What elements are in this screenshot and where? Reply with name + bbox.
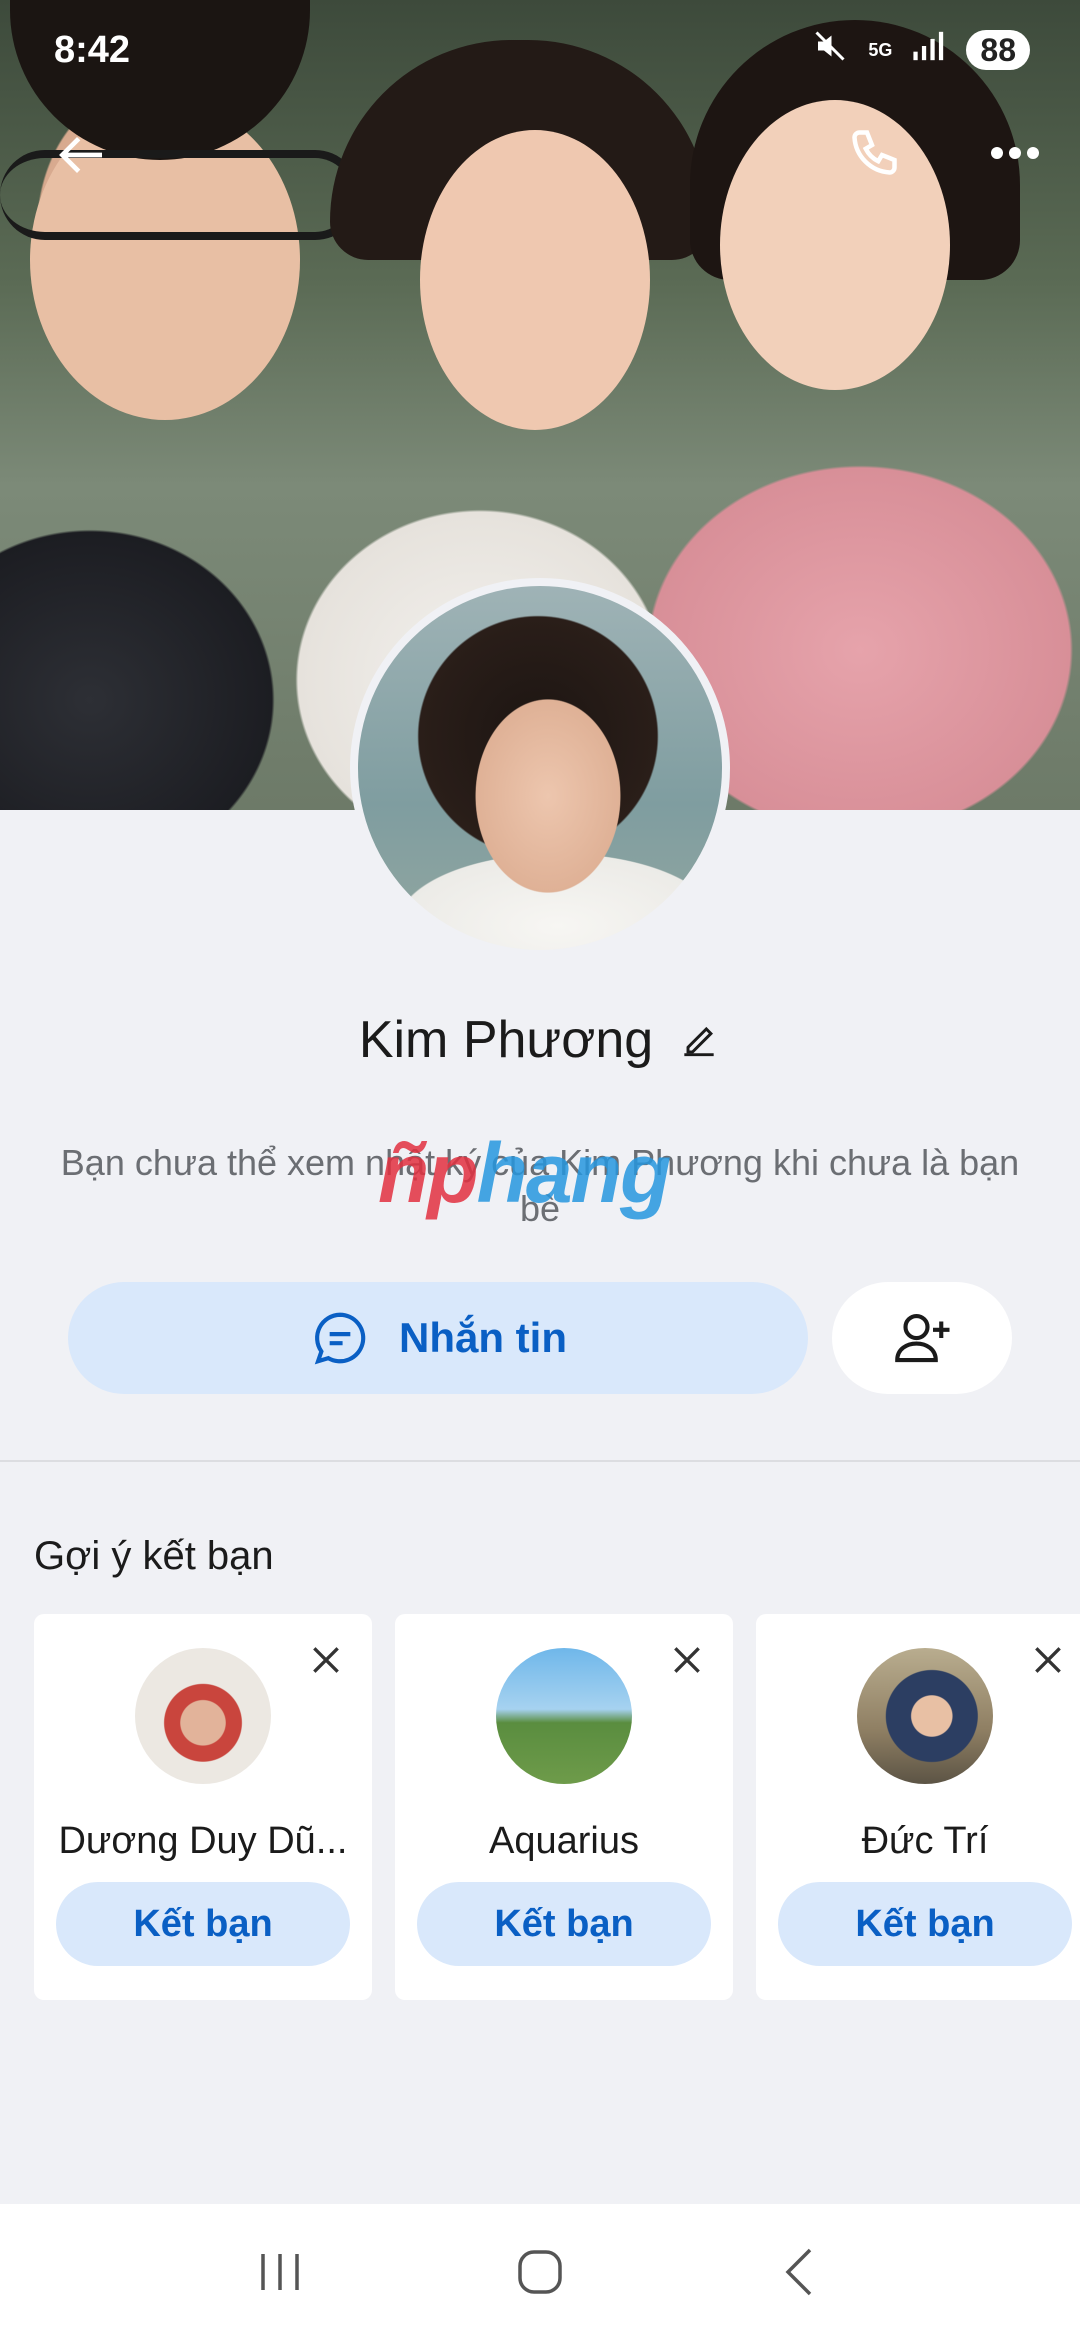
add-user-icon (895, 1313, 950, 1363)
back-button[interactable] (46, 120, 116, 190)
back-arrow-icon (59, 137, 102, 173)
watermark-part-1: ñp (378, 1126, 479, 1220)
section-divider (0, 1460, 1080, 1462)
close-icon[interactable] (1028, 1640, 1068, 1680)
more-dots-icon (991, 147, 1039, 159)
profile-avatar-frame (350, 578, 730, 958)
message-button[interactable]: Nhắn tin (68, 1282, 808, 1394)
status-bar: 8:42 5G 88 (0, 0, 1080, 100)
add-friend-button[interactable] (832, 1282, 1012, 1394)
battery-icon: 88 (966, 30, 1030, 70)
recent-apps-button[interactable] (240, 2232, 320, 2312)
status-icons: 5G 88 (812, 28, 1030, 73)
suggestion-card[interactable]: Dương Duy Dũ... Kết bạn (34, 1614, 372, 2000)
suggestions-title: Gợi ý kết bạn (34, 1534, 274, 1578)
status-time: 8:42 (54, 28, 131, 71)
phone-icon (852, 130, 897, 175)
suggestion-avatar[interactable] (857, 1648, 993, 1784)
mute-icon (812, 28, 848, 73)
suggestion-avatar[interactable] (496, 1648, 632, 1784)
suggestion-card[interactable]: Đức Trí Kết bạn (756, 1614, 1080, 2000)
home-button[interactable] (500, 2232, 580, 2312)
cover-person-2 (420, 130, 650, 430)
call-button[interactable] (840, 118, 914, 192)
edit-pencil-icon[interactable] (677, 1018, 721, 1062)
suggestion-name: Đức Trí (861, 1820, 989, 1862)
suggestion-name: Aquarius (489, 1820, 639, 1862)
close-icon[interactable] (306, 1640, 346, 1680)
watermark-logo: ñphang (378, 1125, 672, 1222)
message-button-label: Nhắn tin (399, 1314, 567, 1361)
add-friend-suggestion-button[interactable]: Kết bạn (417, 1882, 711, 1966)
home-icon (518, 2250, 562, 2294)
watermark-part-2: hang (476, 1126, 672, 1220)
battery-level: 88 (980, 31, 1016, 68)
more-button[interactable] (980, 118, 1050, 188)
add-friend-suggestion-button[interactable]: Kết bạn (778, 1882, 1072, 1966)
cover-person-3 (720, 100, 950, 390)
system-nav-bar (0, 2204, 1080, 2340)
system-back-button[interactable] (760, 2232, 840, 2312)
suggestion-card[interactable]: Aquarius Kết bạn (395, 1614, 733, 2000)
add-friend-suggestion-button[interactable]: Kết bạn (56, 1882, 350, 1966)
suggestion-avatar[interactable] (135, 1648, 271, 1784)
network-type: 5G (868, 40, 893, 60)
profile-name-row: Kim Phương (0, 1000, 1080, 1080)
chat-bubble-icon (314, 1312, 366, 1365)
close-icon[interactable] (667, 1640, 707, 1680)
signal-icon (912, 31, 946, 70)
profile-name: Kim Phương (358, 1011, 654, 1069)
profile-avatar[interactable] (358, 586, 722, 950)
recent-apps-icon (261, 2254, 299, 2290)
suggestion-name: Dương Duy Dũ... (58, 1820, 348, 1862)
chevron-left-icon (785, 2248, 812, 2296)
